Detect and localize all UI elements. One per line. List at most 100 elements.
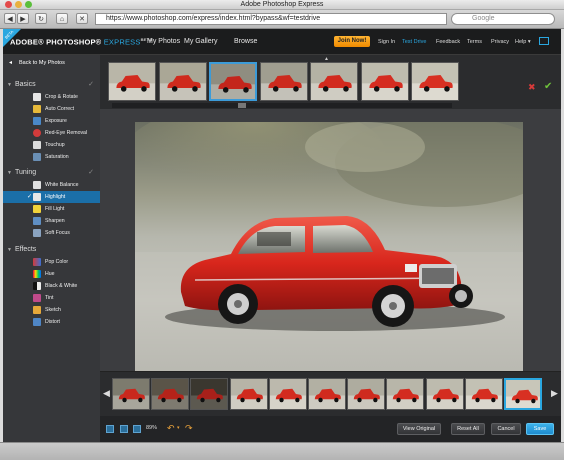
url-text: https://www.photoshop.com/express/index.… <box>106 15 321 22</box>
bottom-toolbar: 89% ↶ ▾ ↷ View Original Reset All Cancel… <box>100 416 561 442</box>
expand-arrow-icon: ▼ <box>7 170 12 176</box>
test-drive-link[interactable]: Test Drive <box>402 39 426 45</box>
filmstrip-prev-arrow-icon[interactable]: ◀ <box>103 388 110 399</box>
options-slider[interactable] <box>112 103 452 108</box>
compare-view-icon[interactable] <box>120 425 128 433</box>
filmstrip-thumbnail[interactable] <box>386 378 425 410</box>
privacy-link[interactable]: Privacy <box>491 39 509 45</box>
terms-link[interactable]: Terms <box>467 39 482 45</box>
filmstrip-next-arrow-icon[interactable]: ▶ <box>551 388 558 399</box>
option-thumbnail[interactable] <box>411 62 459 101</box>
window-titlebar: Adobe Photoshop Express <box>0 0 564 10</box>
filmstrip-thumbnail[interactable] <box>268 378 307 410</box>
tool-saturation[interactable]: Saturation <box>3 151 100 163</box>
filmstrip-thumbnail[interactable] <box>347 378 386 410</box>
tool-white-balance[interactable]: White Balance <box>3 179 100 191</box>
save-button[interactable]: Save <box>526 423 554 435</box>
help-menu[interactable]: Help ▾ <box>515 39 531 45</box>
tool-crop-rotate[interactable]: Crop & Rotate <box>3 91 100 103</box>
filmstrip-thumbnail[interactable] <box>308 378 346 410</box>
section-checkmark-icon: ✓ <box>88 169 94 176</box>
fit-view-icon[interactable] <box>133 425 141 433</box>
nav-my-gallery[interactable]: My Gallery <box>184 38 217 45</box>
tool-highlight[interactable]: ✓ Highlight <box>3 191 100 203</box>
exposure-icon <box>33 117 41 125</box>
minimize-window-icon[interactable] <box>15 1 22 8</box>
single-view-icon[interactable] <box>106 425 114 433</box>
search-placeholder: Google <box>472 15 495 22</box>
zoom-window-icon[interactable] <box>25 1 32 8</box>
section-tuning[interactable]: ▼ Tuning ✓ <box>3 167 100 179</box>
magic-wand-icon <box>33 105 41 113</box>
option-thumbnail[interactable] <box>108 62 156 101</box>
section-effects[interactable]: ▼ Effects <box>3 244 100 256</box>
photoshop-express-app: BETA ADOBE® PHOTOSHOP® EXPRESSBETA My Ph… <box>3 29 561 442</box>
tool-soft-focus[interactable]: Soft Focus <box>3 227 100 239</box>
option-thumbnail[interactable] <box>209 62 257 101</box>
tool-label: Fill Light <box>45 206 65 212</box>
option-thumbnail[interactable] <box>360 62 409 101</box>
tool-black-white[interactable]: Black & White <box>3 280 100 292</box>
apply-adjustment-icon[interactable]: ✔ <box>544 81 552 92</box>
redo-icon[interactable]: ↷ <box>185 423 193 434</box>
tool-label: Tint <box>45 295 54 301</box>
home-button[interactable]: ⌂ <box>56 13 68 24</box>
nav-my-photos[interactable]: My Photos <box>147 38 180 45</box>
fullscreen-icon[interactable] <box>539 37 549 45</box>
filmstrip-thumbnail[interactable] <box>464 378 503 410</box>
tool-touchup[interactable]: Touchup <box>3 139 100 151</box>
back-to-my-photos-link[interactable]: ◂ Back to My Photos <box>3 55 100 71</box>
zoom-level: 89% <box>146 425 158 431</box>
view-original-button[interactable]: View Original <box>397 423 441 435</box>
tool-label: Distort <box>45 319 60 325</box>
option-thumbnail[interactable] <box>259 62 308 101</box>
options-slider-handle[interactable] <box>238 103 246 108</box>
option-thumbnail[interactable] <box>158 62 207 101</box>
arrow-right-icon: ▶ <box>20 16 26 23</box>
cancel-button[interactable]: Cancel <box>491 423 521 435</box>
search-input[interactable]: Google <box>451 13 555 25</box>
join-now-button[interactable]: Join Now! <box>334 36 370 47</box>
back-button[interactable]: ◀ <box>4 13 16 24</box>
tool-fill-light[interactable]: Fill Light <box>3 203 100 215</box>
filmstrip-thumbnail[interactable] <box>151 378 190 410</box>
forward-button[interactable]: ▶ <box>17 13 29 24</box>
crop-icon <box>33 93 41 101</box>
undo-icon[interactable]: ↶ <box>167 423 175 434</box>
tool-sketch[interactable]: Sketch <box>3 304 100 316</box>
logo-product: EXPRESS <box>103 37 141 47</box>
feedback-link[interactable]: Feedback <box>436 39 460 45</box>
sign-in-link[interactable]: Sign In <box>378 39 395 45</box>
tool-tint[interactable]: Tint <box>3 292 100 304</box>
main-photo[interactable] <box>135 122 523 377</box>
undo-dropdown-icon[interactable]: ▾ <box>177 425 180 431</box>
address-bar[interactable]: https://www.photoshop.com/express/index.… <box>95 13 447 25</box>
section-basics-label: Basics <box>15 81 36 88</box>
tool-pop-color[interactable]: Pop Color <box>3 256 100 268</box>
reload-button[interactable]: ↻ <box>35 13 47 24</box>
stop-button[interactable]: ✕ <box>76 13 88 24</box>
reset-all-button[interactable]: Reset All <box>451 423 485 435</box>
app-header: BETA ADOBE® PHOTOSHOP® EXPRESSBETA My Ph… <box>3 29 561 55</box>
tool-red-eye[interactable]: Red-Eye Removal <box>3 127 100 139</box>
distort-icon <box>33 318 41 326</box>
tool-auto-correct[interactable]: Auto Correct <box>3 103 100 115</box>
filmstrip-thumbnail[interactable] <box>425 378 464 410</box>
touchup-brush-icon <box>33 141 41 149</box>
section-basics[interactable]: ▼ Basics ✓ <box>3 79 100 91</box>
option-thumbnail[interactable] <box>310 62 358 101</box>
close-window-icon[interactable] <box>5 1 12 8</box>
tool-sharpen[interactable]: Sharpen <box>3 215 100 227</box>
home-icon: ⌂ <box>59 16 65 23</box>
cancel-adjustment-icon[interactable]: ✖ <box>528 82 536 93</box>
tool-distort[interactable]: Distort <box>3 316 100 328</box>
tool-label: Sharpen <box>45 218 65 224</box>
filmstrip-thumbnail[interactable] <box>190 378 229 410</box>
tool-label: Hue <box>45 271 55 277</box>
tool-hue[interactable]: Hue <box>3 268 100 280</box>
tool-exposure[interactable]: Exposure <box>3 115 100 127</box>
nav-browse[interactable]: Browse <box>234 38 257 45</box>
filmstrip-thumbnail[interactable] <box>112 378 150 410</box>
filmstrip-thumbnail[interactable] <box>504 378 542 410</box>
filmstrip-thumbnail[interactable] <box>229 378 268 410</box>
